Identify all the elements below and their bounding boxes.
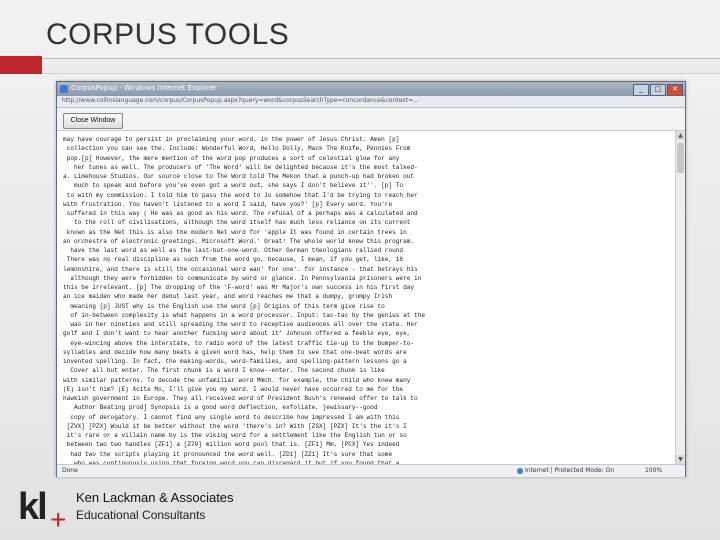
concordance-line: [ZVX] [PZX] Would it be better without t… — [63, 422, 407, 430]
concordance-line: have the last word as well as the last-b… — [63, 247, 404, 254]
concordance-line: it's rare or a villain name by is the vi… — [63, 432, 407, 439]
concordance-line: Cover all but enter. The first chunk is … — [63, 367, 385, 375]
accent-bar — [0, 56, 42, 74]
concordance-line: may have courage to persist in proclaimi… — [63, 136, 400, 143]
concordance-line: had two the scripts playing it pronounce… — [63, 450, 393, 458]
scroll-down-icon[interactable]: ▼ — [676, 455, 685, 464]
company-name: Ken Lackman & Associates — [76, 490, 234, 505]
scroll-up-icon[interactable]: ▲ — [676, 131, 685, 140]
concordance-line: suffered in this way ( He was as good as… — [63, 210, 418, 217]
close-window-button[interactable]: Close Window — [63, 113, 123, 129]
security-zone: Internet | Protected Mode: On — [517, 467, 614, 474]
status-text: Done — [62, 467, 78, 474]
concordance-line: known as the Net this is also the modern… — [63, 228, 407, 236]
concordance-panel: may have courage to persist in proclaimi… — [57, 131, 675, 464]
window-titlebar[interactable]: CorpusPopup - Windows Internet Explorer … — [57, 82, 685, 96]
concordance-line: an ice maiden who made her debut last ye… — [63, 293, 393, 301]
close-window-x-button[interactable]: ✕ — [667, 84, 683, 96]
zoom-level[interactable]: 100% — [645, 467, 662, 474]
concordance-line: to with my commission. I told him to pas… — [63, 191, 418, 199]
concordance-line: between two two handles [ZF1] a [Z70] mi… — [63, 441, 400, 449]
browser-window: CorpusPopup - Windows Internet Explorer … — [56, 81, 686, 477]
concordance-line: pop.[p] However, the mere mention of the… — [63, 154, 400, 162]
concordance-line: of in-between complexity is what happens… — [63, 311, 426, 319]
company-tagline: Educational Consultants — [76, 508, 206, 522]
concordance-line: golf and I don't want to hear another fu… — [63, 330, 411, 338]
company-logo: kl + — [18, 486, 72, 535]
logo-plus-icon: + — [50, 504, 67, 535]
concordance-line: this be irrelevant. [p] The dropping of … — [63, 284, 415, 291]
concordance-line: much to speak and before you've even got… — [63, 182, 404, 190]
concordance-line: hawkish government in Europe. They all r… — [63, 395, 418, 402]
concordance-line: with frustration. You haven't listened t… — [63, 200, 393, 208]
concordance-line: an orchestra of electronic greetings. Mi… — [63, 237, 415, 245]
status-bar: Done Internet | Protected Mode: On 100% — [57, 464, 685, 477]
concordance-line: Author Beating prod] Synopsis is a good … — [63, 404, 378, 412]
vertical-scrollbar[interactable]: ▲ ▼ — [675, 131, 685, 464]
concordance-line: invented spelling. In fact, the making-w… — [63, 358, 407, 365]
concordance-line: syllables and decide how many beats a gi… — [63, 348, 407, 356]
address-url: http://www.collinslanguage.com/corpus/Co… — [62, 97, 419, 104]
maximize-button[interactable]: □ — [650, 84, 666, 96]
logo-letters: kl — [18, 486, 48, 528]
concordance-line: was in her nineties and still spreading … — [63, 321, 418, 328]
concordance-line: copy of derogatory. I cannot find any si… — [63, 413, 400, 421]
concordance-line: a. Limehouse Studios. Our source close t… — [63, 173, 415, 180]
concordance-line: with similar patterns. To decode the unf… — [63, 376, 411, 384]
window-title: CorpusPopup - Windows Internet Explorer — [71, 84, 217, 92]
zone-label: Internet | Protected Mode: On — [525, 467, 615, 474]
concordance-line: to the roll of civilisations, although t… — [63, 219, 411, 227]
minimize-button[interactable]: _ — [633, 84, 649, 96]
address-bar[interactable]: http://www.collinslanguage.com/corpus/Co… — [57, 96, 685, 108]
ie-logo-icon — [60, 85, 68, 93]
concordance-line: her tunes as well. The producers of 'The… — [63, 163, 418, 171]
concordance-list: may have courage to persist in proclaimi… — [63, 135, 663, 464]
slide-title: CORPUS TOOLS — [46, 18, 290, 51]
title-rule — [42, 58, 720, 74]
concordance-line: collection you can see the. Include: Won… — [63, 145, 411, 153]
concordance-line: although they were forbidden to communic… — [63, 274, 422, 282]
globe-icon — [517, 467, 523, 474]
concordance-line: eye-wincing above the interstate, to rad… — [63, 339, 415, 347]
concordance-line: meaning [p] JUST why is the English use … — [63, 302, 385, 310]
page-toolbar: Close Window — [57, 108, 685, 131]
concordance-line: lemonshire, and there is still the occas… — [63, 265, 418, 273]
window-controls: _ □ ✕ — [633, 84, 683, 96]
concordance-line: There was no real discipline as such fro… — [63, 256, 404, 264]
concordance-line: (E) isn't him? (E) Xcite Mo, I'll give y… — [63, 385, 404, 393]
scroll-thumb[interactable] — [677, 143, 684, 173]
